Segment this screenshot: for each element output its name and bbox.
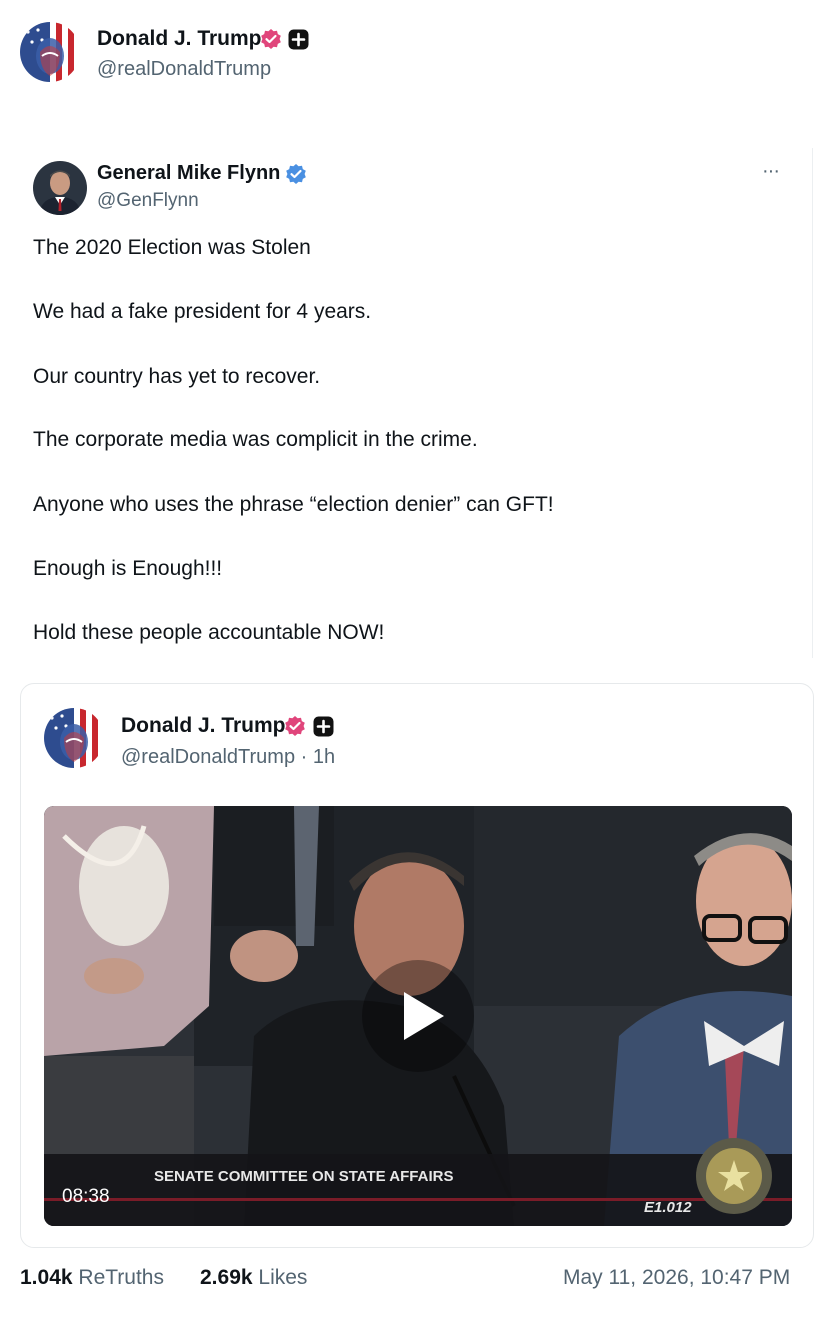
- post-text-line: Hold these people accountable NOW!: [33, 621, 385, 644]
- likes-stat[interactable]: 2.69k Likes: [200, 1266, 307, 1290]
- play-icon[interactable]: [398, 990, 446, 1047]
- post-text-line: Enough is Enough!!!: [33, 557, 223, 580]
- trump-avatar[interactable]: [20, 22, 80, 82]
- video-caption: SENATE COMMITTEE ON STATE AFFAIRS: [154, 1168, 454, 1185]
- post-timestamp[interactable]: May 11, 2026, 10:47 PM: [563, 1266, 790, 1290]
- reposter-name[interactable]: Donald J. Trump: [97, 27, 262, 51]
- verified-badge-icon: [260, 28, 282, 55]
- post-divider: [812, 148, 813, 658]
- post-text-line: The corporate media was complicit in the…: [33, 428, 478, 451]
- retruths-label: ReTruths: [78, 1266, 164, 1289]
- plus-square-icon: [313, 716, 334, 742]
- retruths-count: 1.04k: [20, 1266, 73, 1289]
- post-text-line: We had a fake president for 4 years.: [33, 300, 372, 323]
- likes-count: 2.69k: [200, 1266, 253, 1289]
- verified-badge-icon: [285, 163, 307, 190]
- video-player[interactable]: SENATE COMMITTEE ON STATE AFFAIRS E1.012…: [44, 806, 792, 1226]
- quoted-trump-avatar[interactable]: [44, 708, 104, 768]
- post-text-line: The 2020 Election was Stolen: [33, 236, 311, 259]
- verified-badge-icon: [284, 715, 306, 742]
- post-text-line: Anyone who uses the phrase “election den…: [33, 493, 554, 516]
- post-text-line: Our country has yet to recover.: [33, 365, 321, 388]
- quoted-author-name[interactable]: Donald J. Trump: [121, 714, 286, 738]
- video-code: E1.012: [644, 1199, 692, 1216]
- post-author-name[interactable]: General Mike Flynn: [97, 162, 280, 185]
- post-author-handle[interactable]: @GenFlynn: [97, 190, 199, 212]
- reposter-handle[interactable]: @realDonaldTrump: [97, 58, 271, 81]
- more-icon[interactable]: ···: [762, 160, 780, 183]
- plus-square-icon: [288, 29, 309, 55]
- flynn-avatar[interactable]: [33, 161, 87, 215]
- retruths-stat[interactable]: 1.04k ReTruths: [20, 1266, 164, 1290]
- quoted-author-handle[interactable]: @realDonaldTrump · 1h: [121, 746, 335, 769]
- video-duration: 08:38: [62, 1186, 110, 1207]
- likes-label: Likes: [258, 1266, 308, 1289]
